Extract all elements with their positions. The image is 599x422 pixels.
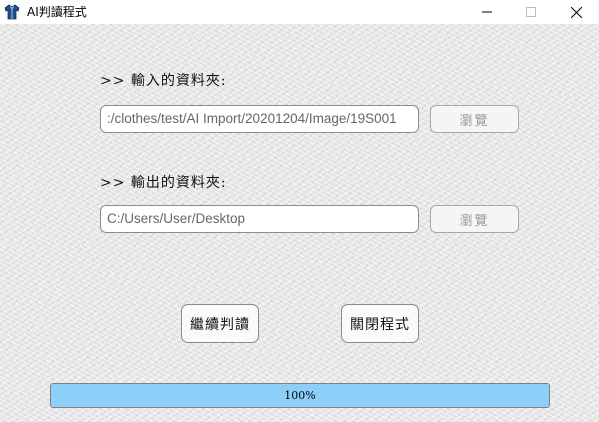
- title-bar: AI判讀程式: [0, 0, 599, 24]
- input-browse-button[interactable]: 瀏覽: [430, 105, 519, 133]
- output-browse-button[interactable]: 瀏覽: [430, 205, 519, 233]
- close-program-button[interactable]: 關閉程式: [341, 304, 419, 343]
- progress-text: 100%: [284, 389, 316, 402]
- window-title: AI判讀程式: [27, 5, 87, 19]
- continue-button[interactable]: 繼續判讀: [181, 304, 259, 343]
- maximize-button[interactable]: [508, 0, 554, 24]
- close-icon: [570, 6, 582, 18]
- minimize-button[interactable]: [464, 0, 510, 24]
- input-folder-label: >> 輸入的資料夾:: [100, 73, 227, 89]
- input-folder-field[interactable]: :/clothes/test/AI Import/20201204/Image/…: [100, 105, 419, 133]
- output-folder-label: >> 輸出的資料夾:: [100, 175, 227, 191]
- jacket-icon: [4, 4, 20, 20]
- minimize-icon: [482, 11, 492, 13]
- output-folder-field[interactable]: C:/Users/User/Desktop: [100, 205, 419, 233]
- maximize-icon: [526, 7, 536, 17]
- main-panel: >> 輸入的資料夾: :/clothes/test/AI Import/2020…: [0, 24, 599, 422]
- progress-bar: 100%: [50, 383, 550, 408]
- close-button[interactable]: [553, 0, 599, 24]
